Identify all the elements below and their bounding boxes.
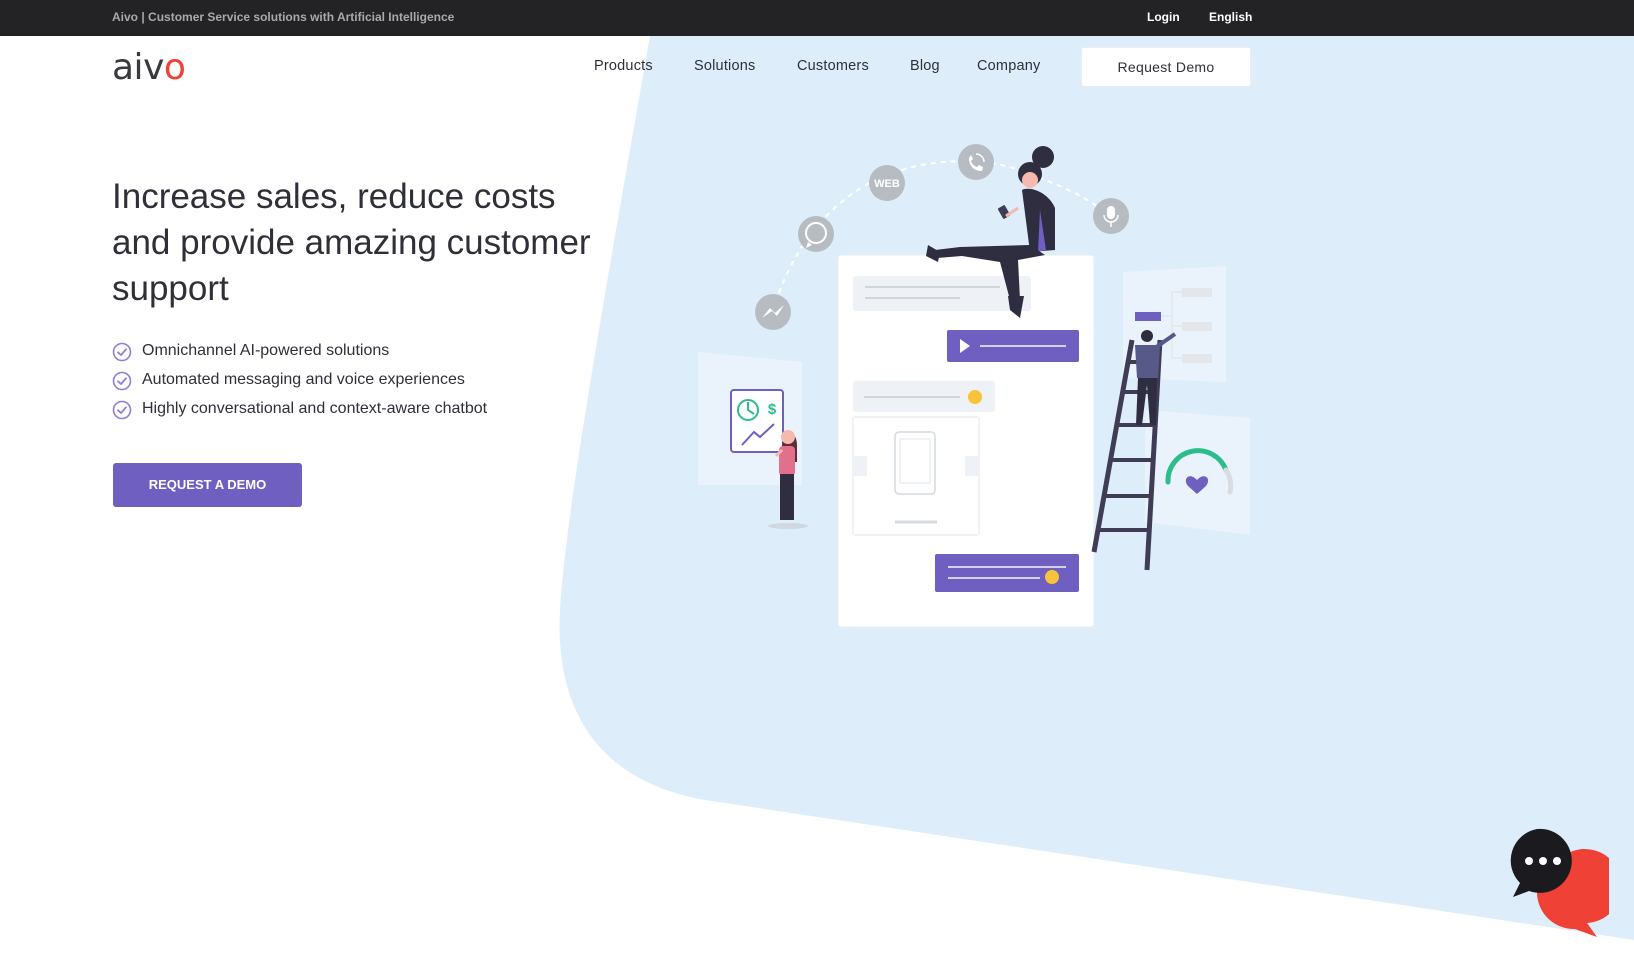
nav-company[interactable]: Company — [977, 58, 1040, 74]
hero-title: Increase sales, reduce costs and provide… — [112, 177, 591, 308]
check-circle-icon — [112, 342, 132, 362]
feature-list: Omnichannel AI-powered solutions Automat… — [112, 340, 487, 427]
nav-products[interactable]: Products — [594, 58, 653, 74]
chat-window-card — [837, 254, 1095, 628]
request-demo-nav-button[interactable]: Request Demo — [1081, 47, 1251, 87]
language-selector[interactable]: English — [1209, 10, 1252, 24]
feature-text: Automated messaging and voice experience… — [142, 371, 465, 388]
phone-icon — [958, 144, 994, 180]
feature-text: Omnichannel AI-powered solutions — [142, 342, 390, 359]
feature-text: Highly conversational and context-aware … — [142, 400, 488, 417]
request-demo-button[interactable]: REQUEST A DEMO — [113, 463, 302, 507]
satisfaction-gauge-panel — [1145, 410, 1250, 535]
web-icon-label: WEB — [874, 178, 900, 190]
login-link[interactable]: Login — [1147, 10, 1180, 24]
chat-widget-icon[interactable] — [1505, 825, 1609, 939]
site-tagline: Aivo | Customer Service solutions with A… — [112, 10, 455, 24]
check-circle-icon — [112, 371, 132, 391]
nav-solutions[interactable]: Solutions — [694, 58, 755, 74]
nav-blog[interactable]: Blog — [910, 58, 940, 74]
messenger-icon — [755, 294, 791, 330]
feature-item: Automated messaging and voice experience… — [112, 369, 487, 398]
top-bar: Aivo | Customer Service solutions with A… — [0, 0, 1634, 36]
web-icon: WEB — [869, 165, 905, 201]
hero-illustration: WEB $ — [698, 144, 1250, 628]
nav-customers[interactable]: Customers — [797, 58, 869, 74]
aivo-logo[interactable]: aivo — [112, 48, 204, 88]
logo-text: aiv — [112, 47, 164, 88]
whatsapp-icon — [798, 216, 834, 252]
logo-accent-letter: o — [163, 47, 186, 88]
feature-item: Omnichannel AI-powered solutions — [112, 340, 487, 369]
microphone-icon — [1093, 198, 1129, 234]
check-circle-icon — [112, 400, 132, 420]
svg-text:$: $ — [768, 401, 777, 418]
feature-item: Highly conversational and context-aware … — [112, 398, 487, 427]
